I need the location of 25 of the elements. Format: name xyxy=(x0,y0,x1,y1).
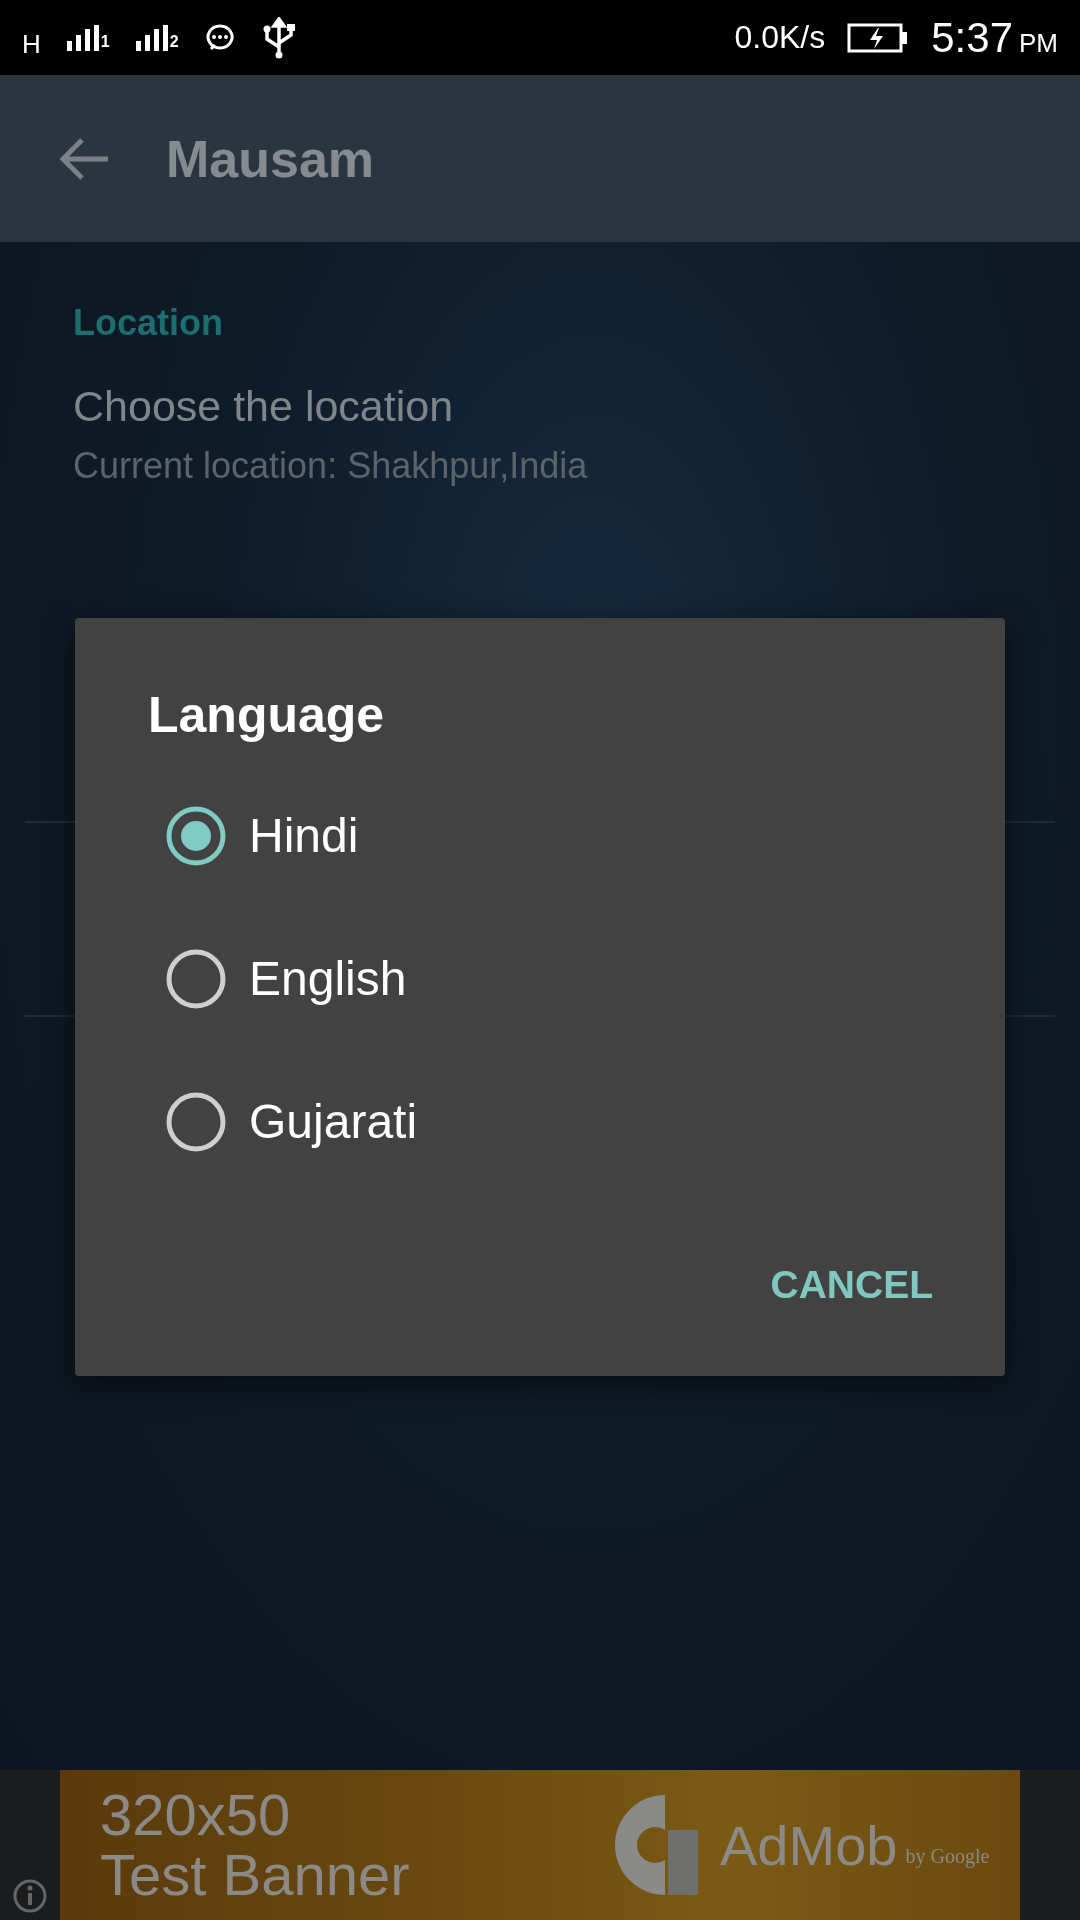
setting-title[interactable]: Choose the location xyxy=(73,382,1080,431)
clock-period: PM xyxy=(1019,27,1058,58)
dialog-title: Language xyxy=(148,686,386,744)
back-arrow-icon[interactable] xyxy=(58,135,110,182)
language-option[interactable]: English xyxy=(75,907,575,1050)
clock-time: 5:37 xyxy=(931,13,1013,61)
battery-charging-icon xyxy=(847,22,910,53)
network-speed: 0.0K/s xyxy=(734,19,826,56)
language-option[interactable]: Hindi xyxy=(75,764,575,907)
sim-label: 2 xyxy=(169,32,179,51)
signal-icon xyxy=(66,24,99,51)
setting-summary: Current location: Shakhpur,India xyxy=(73,445,589,487)
ad-size-text: 320x50 xyxy=(100,1785,292,1845)
app-title: Mausam xyxy=(166,128,375,189)
ad-brand: AdMob xyxy=(720,1812,898,1878)
network-type: H xyxy=(22,30,41,57)
sim-label: 1 xyxy=(100,32,110,51)
section-header: Location xyxy=(73,302,224,344)
chat-bubble-icon xyxy=(204,22,235,53)
language-option[interactable]: Gujarati xyxy=(75,1050,575,1193)
ad-label: Test Banner xyxy=(100,1845,411,1905)
info-icon[interactable] xyxy=(12,1878,48,1914)
ad-byline: by Google xyxy=(905,1844,990,1868)
cancel-button[interactable]: CANCEL xyxy=(758,1253,945,1317)
signal-icon xyxy=(135,24,168,51)
